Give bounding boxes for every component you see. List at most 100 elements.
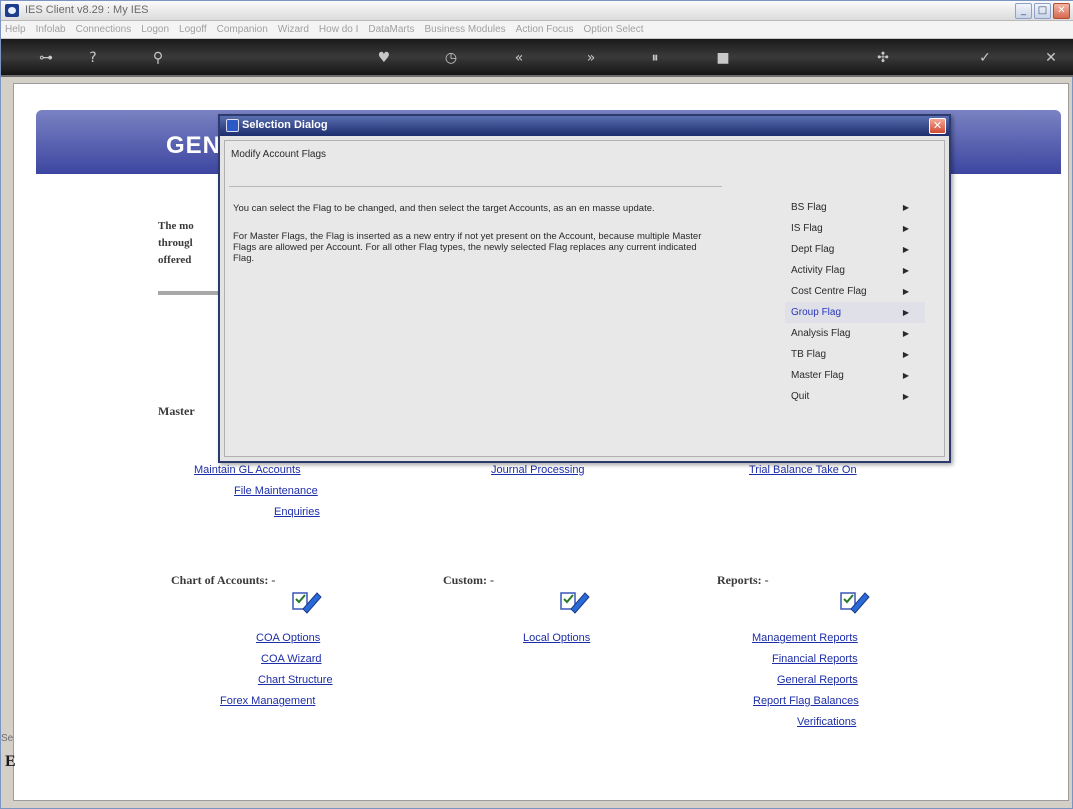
intro-line-3: offered [158,254,192,266]
toolbar: ⊶ ? ⚲ ♥ ◷ « » ⏸ ■ ✣ ✓ ✕ [1,39,1073,77]
dialog-subtitle: Modify Account Flags [231,149,327,160]
flag-item-label: Cost Centre Flag [791,286,867,297]
menu-logoff[interactable]: Logoff [179,24,207,35]
flag-item-is[interactable]: IS Flag ▶ [785,218,925,239]
flag-item-activity[interactable]: Activity Flag ▶ [785,260,925,281]
dialog-divider [229,186,722,187]
flag-item-cost-centre[interactable]: Cost Centre Flag ▶ [785,281,925,302]
flag-item-label: Master Flag [791,370,844,381]
enquiries-link[interactable]: Enquiries [274,506,320,518]
rewind-icon[interactable]: « [509,49,529,67]
dialog-body: Modify Account Flags You can select the … [224,140,945,457]
menu-option-select[interactable]: Option Select [583,24,643,35]
edit-icon[interactable] [837,587,871,617]
chevron-right-icon: ▶ [902,392,909,401]
menu-companion[interactable]: Companion [217,24,268,35]
menu-logon[interactable]: Logon [141,24,169,35]
close-icon: ✕ [1057,5,1066,16]
menu-connections[interactable]: Connections [76,24,132,35]
app-icon [5,4,19,17]
status-text: Se [1,733,14,744]
close-button[interactable]: ✕ [1053,3,1070,19]
flag-item-master[interactable]: Master Flag ▶ [785,365,925,386]
chevron-right-icon: ▶ [902,329,909,338]
maximize-icon: □ [1037,5,1048,16]
forward-icon[interactable]: » [581,49,601,67]
pause-icon[interactable]: ⏸ [645,49,665,67]
menu-bar: Help Infolab Connections Logon Logoff Co… [1,21,1073,39]
minimize-button[interactable]: _ [1015,3,1032,19]
master-section-label: Master [158,404,195,418]
close-icon: ✕ [932,119,943,132]
menu-business-modules[interactable]: Business Modules [425,24,506,35]
dialog-title-bar: Selection Dialog ✕ [220,116,949,136]
dialog-close-button[interactable]: ✕ [929,118,946,134]
general-reports-link[interactable]: General Reports [777,674,858,686]
window-controls: _ □ ✕ [1015,3,1070,19]
edit-icon[interactable] [557,587,591,617]
chevron-right-icon: ▶ [902,308,909,317]
management-reports-link[interactable]: Management Reports [752,632,858,644]
menu-wizard[interactable]: Wizard [278,24,309,35]
flag-item-label: Analysis Flag [791,328,851,339]
coa-options-link[interactable]: COA Options [256,632,320,644]
verifications-link[interactable]: Verifications [797,716,856,728]
flag-item-analysis[interactable]: Analysis Flag ▶ [785,323,925,344]
help-icon[interactable]: ? [83,49,103,67]
minimize-icon: _ [1021,5,1026,16]
exit-icon[interactable]: ✕ [1041,49,1061,67]
intro-text: The mo througl offered [158,218,194,269]
maintain-gl-accounts-link[interactable]: Maintain GL Accounts [194,464,301,476]
chevron-right-icon: ▶ [902,287,909,296]
dialog-paragraph-2: For Master Flags, the Flag is inserted a… [233,231,702,264]
forex-management-link[interactable]: Forex Management [220,695,315,707]
clock-icon[interactable]: ◷ [441,49,461,67]
flag-item-label: BS Flag [791,202,827,213]
flag-item-quit[interactable]: Quit ▶ [785,386,925,407]
settings-icon[interactable]: ✣ [873,49,893,67]
key-icon[interactable]: ⊶ [31,49,61,67]
menu-action-focus[interactable]: Action Focus [516,24,574,35]
flag-item-label: Dept Flag [791,244,835,255]
edit-icon[interactable] [289,587,323,617]
stop-icon[interactable]: ■ [713,49,733,67]
flag-item-group[interactable]: Group Flag ▶ [785,302,925,323]
flag-item-label: IS Flag [791,223,823,234]
flag-item-dept[interactable]: Dept Flag ▶ [785,239,925,260]
page-heading: GEN [166,132,222,159]
flag-item-label: Quit [791,391,810,402]
journal-processing-link[interactable]: Journal Processing [491,464,585,476]
flag-item-tb[interactable]: TB Flag ▶ [785,344,925,365]
local-options-link[interactable]: Local Options [523,632,590,644]
report-flag-balances-link[interactable]: Report Flag Balances [753,695,859,707]
financial-reports-link[interactable]: Financial Reports [772,653,858,665]
flag-item-bs[interactable]: BS Flag ▶ [785,197,925,218]
menu-infolab[interactable]: Infolab [36,24,66,35]
chevron-right-icon: ▶ [902,245,909,254]
intro-line-2: througl [158,237,193,249]
flag-menu: BS Flag ▶ IS Flag ▶ Dept Flag ▶ Activity Fl… [785,197,925,407]
chevron-right-icon: ▶ [902,224,909,233]
search-icon[interactable]: ⚲ [148,49,168,67]
dialog-title: Selection Dialog [242,119,328,131]
app-window: IES Client v8.29 : My IES _ □ ✕ Help Inf… [0,0,1073,809]
dialog-paragraph-1: You can select the Flag to be changed, a… [233,203,655,214]
chevron-right-icon: ▶ [902,371,909,380]
file-maintenance-link[interactable]: File Maintenance [234,485,318,497]
intro-line-1: The mo [158,220,194,232]
check-icon[interactable]: ✓ [975,49,995,67]
chevron-right-icon: ▶ [902,203,909,212]
selection-dialog: Selection Dialog ✕ Modify Account Flags … [218,114,951,463]
menu-datamarts[interactable]: DataMarts [368,24,414,35]
trial-balance-take-on-link[interactable]: Trial Balance Take On [749,464,857,476]
menu-help[interactable]: Help [5,24,26,35]
flag-item-label: Activity Flag [791,265,845,276]
flag-item-label: TB Flag [791,349,827,360]
chart-structure-link[interactable]: Chart Structure [258,674,333,686]
menu-how-do-i[interactable]: How do I [319,24,358,35]
maximize-button[interactable]: □ [1034,3,1051,19]
coa-wizard-link[interactable]: COA Wizard [261,653,322,665]
reports-label: Reports: - [717,573,769,587]
heart-icon[interactable]: ♥ [373,49,395,67]
title-bar: IES Client v8.29 : My IES _ □ ✕ [1,1,1073,21]
